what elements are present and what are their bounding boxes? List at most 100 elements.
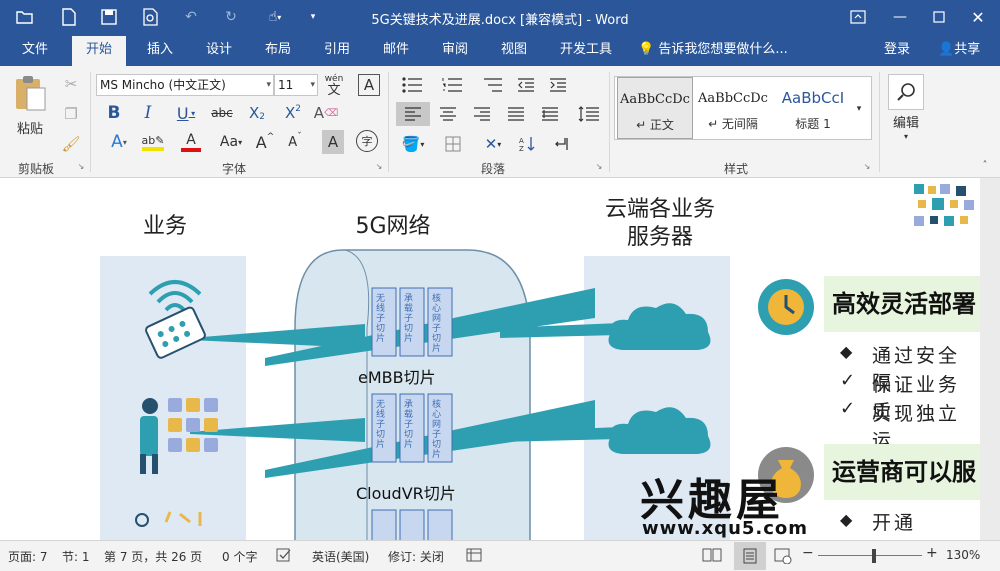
print-preview-icon[interactable]	[138, 6, 164, 28]
style-no-spacing[interactable]: AaBbCcDc ↵ 无间隔	[695, 77, 771, 139]
format-painter-icon[interactable]: 🖌	[60, 134, 82, 154]
cut-icon[interactable]: ✂	[60, 74, 82, 94]
embb-panel-1-label: 无线子切片	[376, 294, 386, 344]
web-layout-icon[interactable]	[774, 548, 792, 567]
zoom-slider-thumb[interactable]	[872, 549, 876, 563]
grow-font-icon[interactable]: A ^	[254, 130, 276, 154]
tab-file[interactable]: 文件	[22, 34, 48, 66]
tab-references[interactable]: 引用	[324, 34, 350, 66]
section-heading-efficient-deployment: 高效灵活部署	[824, 276, 980, 332]
status-section[interactable]: 节: 1	[62, 548, 90, 565]
sign-in-link[interactable]: 登录	[884, 34, 910, 66]
justify-icon[interactable]	[504, 102, 528, 126]
style-sample: AaBbCcDc	[698, 91, 768, 106]
superscript-icon[interactable]: X2	[282, 102, 304, 124]
collapse-ribbon-icon[interactable]: ˄	[976, 158, 994, 172]
tab-insert[interactable]: 插入	[147, 34, 173, 66]
line-spacing-icon[interactable]	[572, 102, 606, 126]
new-document-icon[interactable]	[56, 6, 82, 28]
document-page[interactable]: 业务 5G网络 云端各业务 服务器 无线子切片 承载子切片 核心网子切片 eMB…	[0, 178, 980, 540]
zoom-in-icon[interactable]: +	[926, 545, 938, 561]
status-language[interactable]: 英语(美国)	[312, 548, 369, 565]
tab-mailings[interactable]: 邮件	[383, 34, 409, 66]
read-mode-icon[interactable]	[702, 548, 722, 565]
tab-design[interactable]: 设计	[206, 34, 232, 66]
bullets-icon[interactable]	[396, 74, 430, 96]
ribbon-display-icon[interactable]	[838, 0, 878, 34]
style-normal[interactable]: AaBbCcDc ↵ 正文	[617, 77, 693, 139]
status-page[interactable]: 页面: 7	[8, 548, 48, 565]
chinese-layout-icon[interactable]: ✕ ▾	[476, 132, 510, 156]
strikethrough-icon[interactable]: abc	[208, 102, 236, 124]
shrink-font-icon[interactable]: Aˇ	[284, 130, 306, 154]
editing-chevron-down-icon[interactable]: ▾	[896, 130, 916, 142]
distributed-icon[interactable]	[538, 102, 562, 126]
tab-developer[interactable]: 开发工具	[560, 34, 612, 66]
touch-mode-icon[interactable]: ☝ ▾	[258, 6, 292, 28]
underline-icon[interactable]: U ▾	[170, 102, 202, 124]
highlight-color-icon[interactable]: ab✎	[138, 130, 168, 154]
character-border-button[interactable]: A	[358, 74, 380, 96]
customize-arrow-icon[interactable]: ▾	[304, 6, 322, 28]
change-case-icon[interactable]: Aa ▾	[214, 130, 248, 154]
bold-icon[interactable]: B	[104, 102, 124, 124]
status-word-count[interactable]: 0 个字	[222, 548, 257, 565]
align-center-icon[interactable]	[436, 102, 460, 126]
phonetic-guide-button[interactable]: wén 文	[322, 72, 346, 98]
borders-icon[interactable]	[436, 132, 470, 156]
share-button[interactable]: 👤共享	[938, 34, 980, 66]
font-size-combo[interactable]: 11 ▾	[274, 74, 318, 96]
clipboard-launcher-icon[interactable]: ↘	[76, 160, 86, 172]
tab-home[interactable]: 开始	[72, 36, 127, 66]
enclose-characters-icon[interactable]: 字	[356, 130, 378, 152]
tell-me-box[interactable]: 💡 告诉我您想要做什么...	[638, 34, 788, 66]
find-search-icon[interactable]	[888, 74, 924, 110]
file-open-icon[interactable]	[12, 6, 38, 28]
zoom-slider-track[interactable]	[818, 555, 922, 556]
increase-indent-icon[interactable]	[546, 74, 570, 96]
font-launcher-icon[interactable]: ↘	[374, 160, 384, 172]
zoom-out-icon[interactable]: −	[802, 545, 814, 561]
tab-view[interactable]: 视图	[501, 34, 527, 66]
style-heading-1[interactable]: AaBbCcI 标题 1	[773, 77, 853, 139]
sort-icon[interactable]: AZ	[514, 132, 542, 156]
clear-formatting-icon[interactable]: A ⌫	[314, 102, 338, 124]
subscript-icon[interactable]: X2	[246, 102, 268, 124]
align-left-icon[interactable]	[396, 102, 430, 126]
vertical-scrollbar[interactable]	[980, 178, 1000, 540]
zoom-level[interactable]: 130%	[946, 548, 980, 562]
tab-review[interactable]: 审阅	[442, 34, 468, 66]
shading-icon[interactable]: 🪣 ▾	[396, 132, 430, 156]
styles-more-icon[interactable]: ▾	[850, 84, 868, 134]
status-track-changes[interactable]: 修订: 关闭	[388, 548, 444, 565]
maximize-icon[interactable]	[919, 0, 959, 34]
copy-icon[interactable]: ❐	[60, 104, 82, 124]
show-marks-icon[interactable]	[550, 132, 574, 156]
minimize-icon[interactable]: —	[880, 0, 920, 34]
print-layout-icon[interactable]	[734, 542, 766, 570]
italic-icon[interactable]: I	[138, 102, 158, 124]
proofing-icon[interactable]	[276, 548, 292, 565]
numbering-icon[interactable]	[436, 74, 470, 96]
font-color-icon[interactable]: A	[176, 130, 206, 154]
align-right-icon[interactable]	[470, 102, 494, 126]
multilevel-list-icon[interactable]	[476, 74, 510, 96]
close-icon[interactable]: ✕	[958, 0, 998, 34]
character-shading-icon[interactable]: A	[322, 130, 344, 154]
macro-record-icon[interactable]	[466, 548, 482, 565]
tab-layout[interactable]: 布局	[265, 34, 291, 66]
save-icon[interactable]	[96, 6, 122, 28]
text-effects-icon[interactable]: A ▾	[104, 130, 134, 154]
font-name-combo[interactable]: MS Mincho (中文正文) ▾	[96, 74, 274, 96]
document-area: 业务 5G网络 云端各业务 服务器 无线子切片 承载子切片 核心网子切片 eMB…	[0, 178, 1000, 540]
third-slice-panels	[371, 509, 453, 540]
decrease-indent-icon[interactable]	[514, 74, 538, 96]
paste-icon[interactable]	[10, 74, 50, 114]
styles-launcher-icon[interactable]: ↘	[862, 160, 872, 172]
status-page-count[interactable]: 第 7 页，共 26 页	[104, 548, 202, 565]
undo-icon[interactable]: ↶	[178, 6, 204, 28]
paragraph-launcher-icon[interactable]: ↘	[594, 160, 604, 172]
redo-icon[interactable]: ↻	[218, 6, 244, 28]
paste-label[interactable]: 粘贴	[10, 118, 50, 137]
editing-label[interactable]: 编辑	[886, 112, 926, 131]
